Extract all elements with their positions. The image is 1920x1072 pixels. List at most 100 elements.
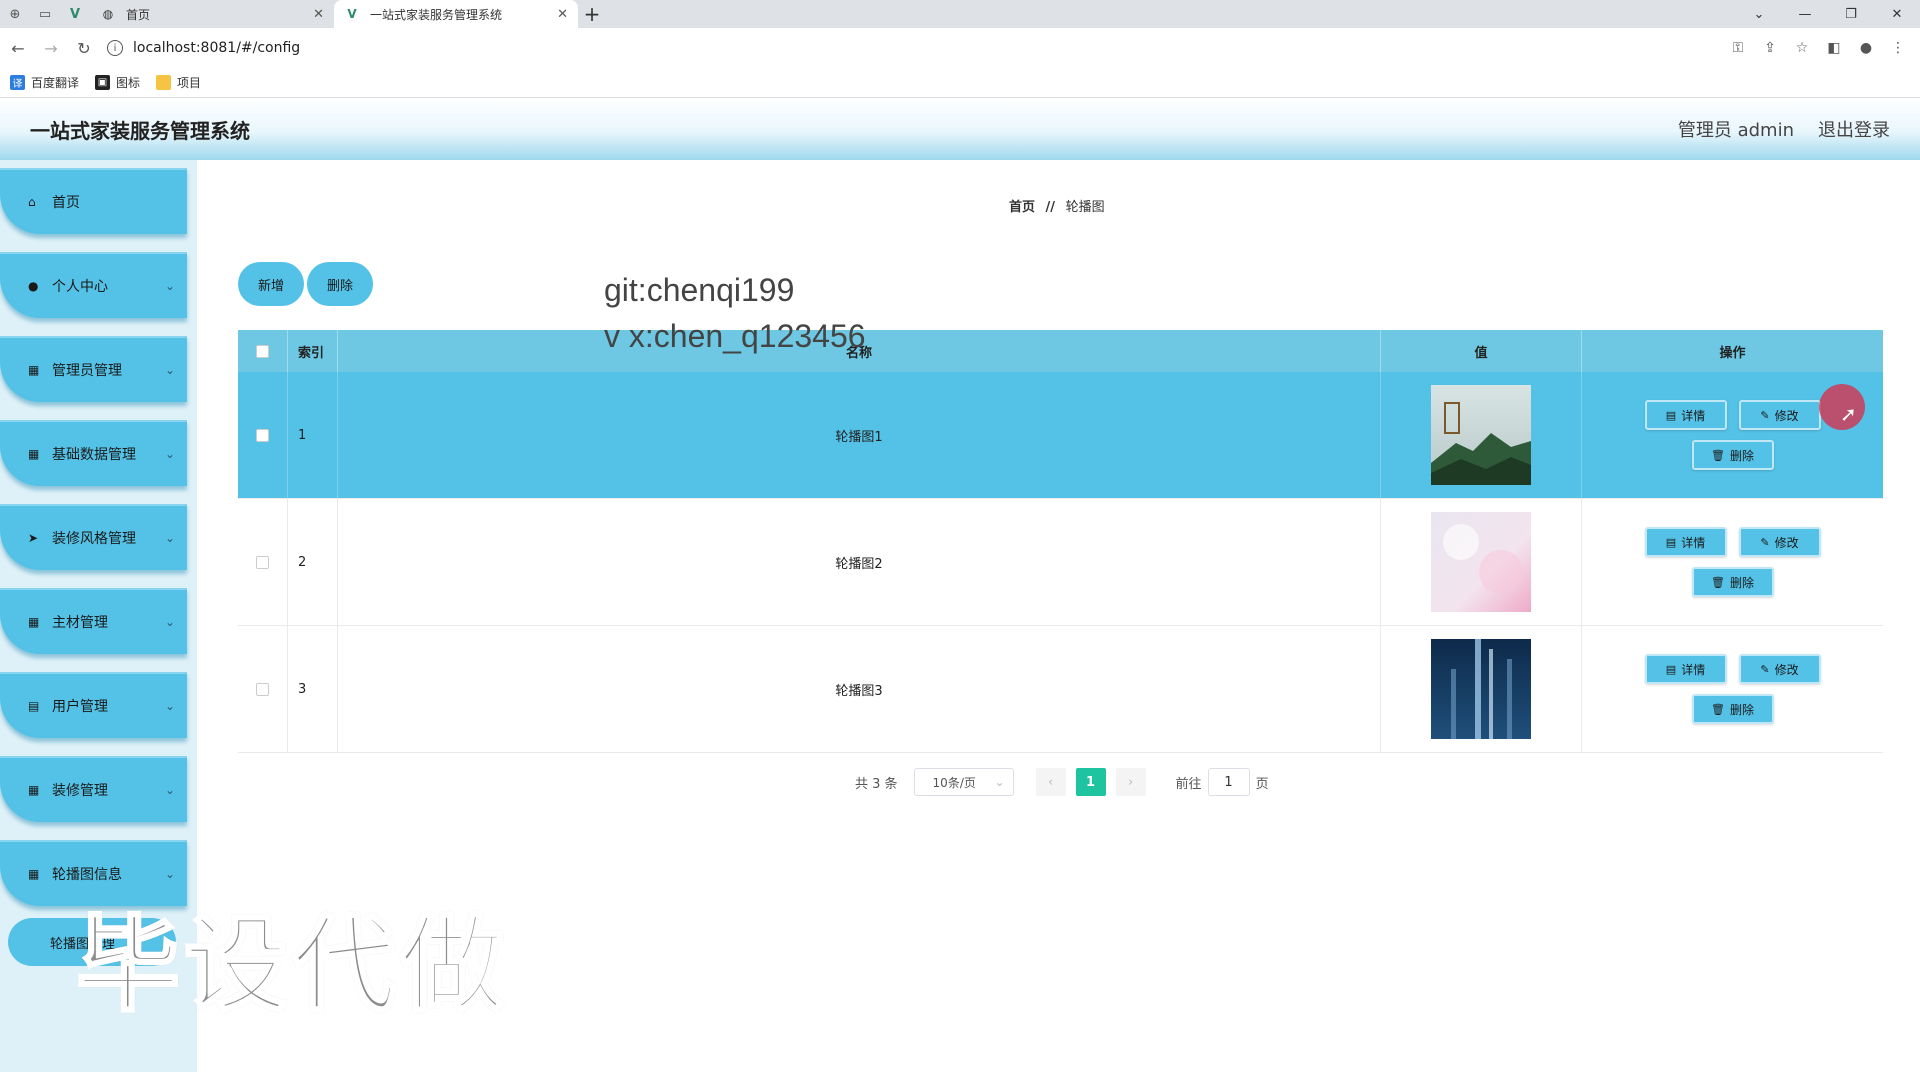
table-row[interactable]: 2 轮播图2 ▤ 详情 ✎ 修改 🗑 删除: [238, 499, 1883, 626]
document-icon: ▤: [1665, 535, 1677, 549]
share-icon[interactable]: ⇪: [1754, 33, 1786, 63]
app-title: 一站式家装服务管理系统: [30, 118, 250, 143]
grid-icon: ▦: [28, 363, 40, 377]
translate-icon: 译: [10, 75, 25, 90]
row-checkbox[interactable]: [256, 428, 269, 442]
reload-icon[interactable]: ↻: [69, 33, 99, 63]
row-index: 1: [288, 372, 338, 498]
table-row[interactable]: 1 轮播图1 ▤ 详情 ✎ 修改 🗑 删除: [238, 372, 1883, 499]
minimize-icon[interactable]: —: [1782, 0, 1828, 28]
breadcrumb-home[interactable]: 首页: [1009, 200, 1035, 215]
tab-vue-icon[interactable]: V: [60, 0, 90, 28]
profile-icon[interactable]: ●: [1850, 33, 1882, 63]
column-actions: 操作: [1719, 345, 1746, 361]
table-row[interactable]: 3 轮播图3 ▤ 详情 ✎ 修改 🗑 删除: [238, 626, 1883, 753]
edit-button[interactable]: ✎ 修改: [1738, 527, 1821, 557]
globe-icon: ◍: [102, 7, 114, 21]
batch-delete-button[interactable]: 删除: [307, 262, 373, 306]
row-checkbox[interactable]: [256, 555, 269, 569]
delete-button[interactable]: 🗑 删除: [1691, 694, 1774, 724]
sidebar-item-personal-center[interactable]: ● 个人中心 ⌄: [0, 252, 187, 318]
row-checkbox[interactable]: [256, 682, 269, 696]
sidebar-item-basic-data[interactable]: ▦ 基础数据管理 ⌄: [0, 420, 187, 486]
menu-icon[interactable]: ⋮: [1882, 33, 1914, 63]
edit-icon: ✎: [1760, 535, 1770, 549]
grid-icon: ▦: [28, 447, 40, 461]
url-field[interactable]: i localhost:8081/#/config: [107, 32, 1722, 64]
chevron-down-icon: ⌄: [164, 447, 175, 461]
row-name: 轮播图3: [338, 626, 1381, 752]
watermark-git: git:chenqi199: [604, 272, 795, 308]
select-all-checkbox[interactable]: [256, 344, 269, 358]
carousel-image-thumbnail: [1431, 512, 1531, 612]
row-index: 2: [288, 499, 338, 625]
bookmark-baidu-translate[interactable]: 译 百度翻译: [10, 74, 79, 91]
detail-button[interactable]: ▤ 详情: [1644, 654, 1727, 684]
tab-blank[interactable]: ▭: [30, 0, 60, 28]
grid-icon: ▦: [28, 867, 40, 881]
close-window-icon[interactable]: ✕: [1874, 0, 1920, 28]
table-header: 索引 名称 值 操作: [238, 330, 1883, 372]
next-page-button[interactable]: ›: [1115, 768, 1146, 796]
forward-icon[interactable]: →: [36, 33, 66, 63]
edit-button[interactable]: ✎ 修改: [1738, 400, 1821, 430]
info-icon[interactable]: i: [107, 40, 123, 56]
mouse-cursor-icon: ➚: [1840, 402, 1857, 426]
page-number-button[interactable]: 1: [1075, 768, 1106, 796]
restore-icon[interactable]: ❐: [1828, 0, 1874, 28]
key-icon[interactable]: ⚿: [1722, 33, 1754, 63]
grid-icon: ▦: [28, 783, 40, 797]
row-name: 轮播图2: [338, 499, 1381, 625]
detail-button[interactable]: ▤ 详情: [1644, 400, 1727, 430]
watermark-wechat: v x:chen_q123456: [604, 318, 866, 354]
delete-button[interactable]: 🗑 删除: [1691, 440, 1774, 470]
vue-icon: V: [347, 7, 357, 21]
sidebar-item-material-management[interactable]: ▦ 主材管理 ⌄: [0, 588, 187, 654]
window-controls: ⌄ — ❐ ✕: [1736, 0, 1920, 28]
tab-list-icon[interactable]: ⌄: [1736, 0, 1782, 28]
star-icon[interactable]: ☆: [1786, 33, 1818, 63]
grid-icon: ▦: [28, 615, 40, 629]
sidebar-item-home[interactable]: ⌂ 首页: [0, 168, 187, 234]
bookmark-project[interactable]: 项目: [156, 74, 201, 91]
image-icon: ▣: [95, 75, 111, 90]
app-header: 一站式家装服务管理系统 管理员 admin 退出登录: [0, 98, 1920, 160]
sidepanel-icon[interactable]: ◧: [1818, 33, 1850, 63]
close-icon[interactable]: ✕: [313, 7, 324, 22]
chevron-down-icon: ⌄: [164, 279, 175, 293]
back-icon[interactable]: ←: [3, 33, 33, 63]
page-jumper: 前往 1 页: [1176, 768, 1269, 796]
delete-button[interactable]: 🗑 删除: [1691, 567, 1774, 597]
add-button[interactable]: 新增: [238, 262, 304, 306]
chevron-down-icon: ⌄: [164, 783, 175, 797]
user-icon: ●: [28, 279, 39, 293]
sidebar-item-user-management[interactable]: ▤ 用户管理 ⌄: [0, 672, 187, 738]
logout-link[interactable]: 退出登录: [1818, 116, 1890, 142]
bookmarks-bar: 译 百度翻译 ▣ 图标 项目: [0, 68, 1920, 98]
sidebar-item-renovation-management[interactable]: ▦ 装修管理 ⌄: [0, 756, 187, 822]
goto-page-input[interactable]: 1: [1207, 768, 1250, 796]
column-value: 值: [1381, 330, 1582, 372]
send-icon: ➤: [28, 531, 39, 545]
detail-button[interactable]: ▤ 详情: [1644, 527, 1727, 557]
trash-icon: 🗑: [1711, 448, 1725, 462]
new-tab-button[interactable]: +: [578, 0, 606, 28]
edit-icon: ✎: [1760, 408, 1770, 422]
tab-search-icon[interactable]: ⊕: [0, 0, 30, 28]
chevron-down-icon: ⌄: [164, 699, 175, 713]
prev-page-button[interactable]: ‹: [1035, 768, 1066, 796]
trash-icon: 🗑: [1711, 575, 1725, 589]
chevron-down-icon: ⌄: [164, 363, 175, 377]
sidebar-item-style-management[interactable]: ➤ 装修风格管理 ⌄: [0, 504, 187, 570]
document-icon: ▤: [1665, 662, 1677, 676]
page-size-select[interactable]: 10条/页 ⌄: [913, 768, 1014, 796]
bookmark-icons[interactable]: ▣ 图标: [95, 74, 140, 91]
trash-icon: 🗑: [1711, 702, 1725, 716]
clipboard-icon: ▤: [28, 699, 40, 713]
sidebar-item-admin-management[interactable]: ▦ 管理员管理 ⌄: [0, 336, 187, 402]
tab-home[interactable]: ◍ 首页 ✕: [90, 0, 334, 28]
close-icon[interactable]: ✕: [557, 7, 568, 22]
row-name: 轮播图1: [338, 372, 1381, 498]
tab-system[interactable]: V 一站式家装服务管理系统 ✕: [334, 0, 578, 28]
edit-button[interactable]: ✎ 修改: [1738, 654, 1821, 684]
